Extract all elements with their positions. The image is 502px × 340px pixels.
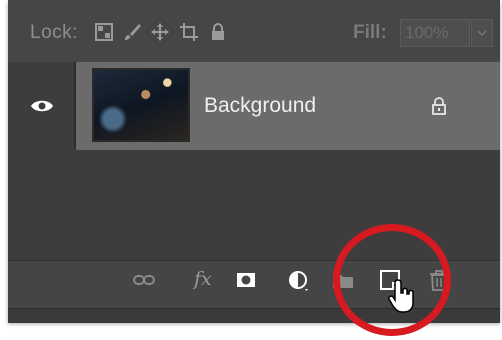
adjustment-layer-icon[interactable] bbox=[286, 268, 310, 292]
lock-all-icon[interactable] bbox=[208, 22, 228, 42]
lock-artboard-icon[interactable] bbox=[179, 22, 199, 42]
layers-panel: Lock: Fill: 100% Background fx bbox=[8, 0, 500, 336]
fill-input[interactable]: 100% bbox=[400, 19, 470, 47]
folder-icon[interactable] bbox=[331, 268, 355, 292]
eye-icon bbox=[31, 100, 53, 112]
trash-icon[interactable] bbox=[427, 268, 451, 292]
lock-brush-icon[interactable] bbox=[122, 22, 142, 42]
layer-lock-icon bbox=[432, 97, 446, 115]
visibility-toggle[interactable] bbox=[8, 62, 76, 150]
link-layers-icon[interactable] bbox=[132, 268, 156, 292]
fill-label: Fill: bbox=[353, 22, 387, 43]
panel-bottom-strip bbox=[8, 308, 500, 323]
layer-thumbnail[interactable] bbox=[92, 68, 190, 142]
lock-transparent-pixels-icon[interactable] bbox=[94, 22, 114, 42]
hand-cursor-icon bbox=[388, 279, 414, 313]
chevron-down-icon bbox=[477, 30, 487, 37]
layers-empty-area bbox=[8, 150, 500, 260]
layer-name[interactable]: Background bbox=[204, 94, 316, 118]
layer-mask-icon[interactable] bbox=[234, 268, 258, 292]
fx-icon[interactable]: fx bbox=[194, 268, 212, 290]
lock-label: Lock: bbox=[30, 22, 78, 43]
lock-move-icon[interactable] bbox=[150, 22, 170, 42]
fill-dropdown-button[interactable] bbox=[471, 19, 493, 47]
